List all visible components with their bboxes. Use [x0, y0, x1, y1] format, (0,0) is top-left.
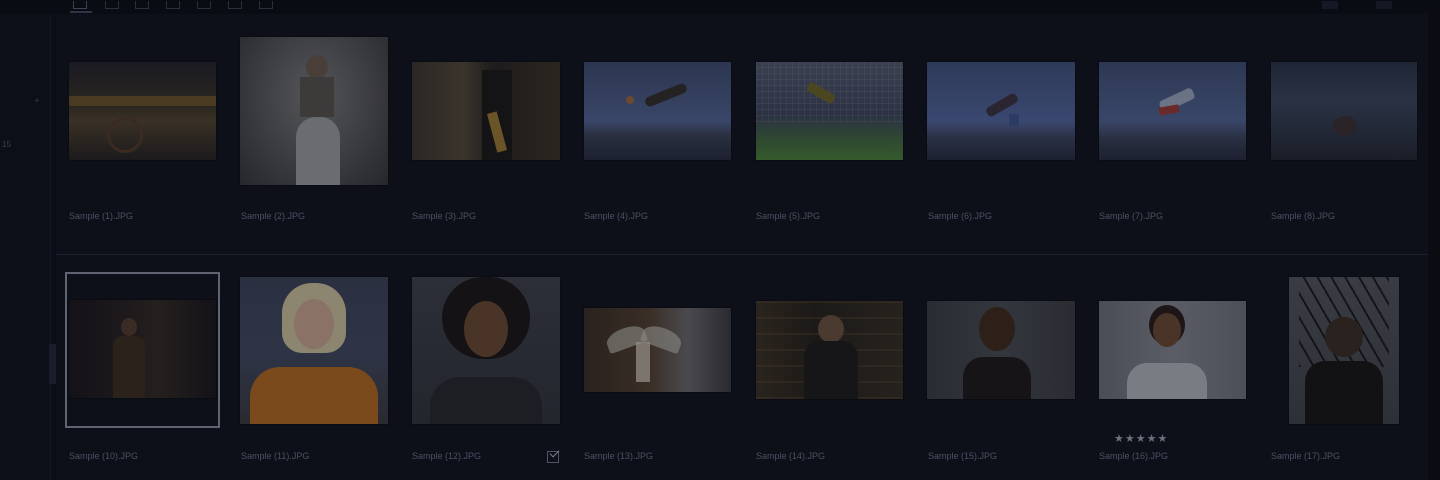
toolbar-right-button[interactable]	[1322, 1, 1338, 9]
edited-icon	[547, 451, 559, 463]
image-view-icon[interactable]	[135, 1, 149, 9]
thumbnail-label: Sample (15).JPG	[928, 451, 998, 461]
thumbnail-image[interactable]	[240, 277, 388, 424]
thumbnail-label: Sample (14).JPG	[756, 451, 826, 461]
thumbnail-label: Sample (16).JPG	[1099, 451, 1169, 461]
thumbnail-label: Sample (4).JPG	[584, 211, 649, 221]
rating-stars[interactable]: ★★★★★	[1114, 432, 1168, 445]
row-divider	[56, 254, 1440, 255]
map-view-icon[interactable]	[259, 1, 273, 9]
thumbnail-label: Sample (12).JPG	[412, 451, 482, 461]
thumbnail-label: Sample (8).JPG	[1271, 211, 1336, 221]
thumbnail-label: Sample (7).JPG	[1099, 211, 1164, 221]
thumbnail-image[interactable]	[584, 62, 731, 160]
filmstrip-view-icon[interactable]	[166, 1, 180, 9]
thumbnail-image[interactable]	[69, 300, 216, 398]
thumbnail-image[interactable]	[1099, 62, 1246, 160]
thumbnail-label: Sample (11).JPG	[241, 451, 310, 461]
toolbar-right-button-2[interactable]	[1376, 1, 1392, 9]
thumbnail-label: Sample (13).JPG	[584, 451, 654, 461]
thumbnail-label: Sample (3).JPG	[412, 211, 477, 221]
thumbnail-image[interactable]	[1271, 62, 1417, 160]
thumbnail-label: Sample (5).JPG	[756, 211, 821, 221]
thumbnail-image[interactable]	[240, 37, 388, 185]
thumbnail-image[interactable]	[1289, 277, 1399, 424]
active-view-indicator	[70, 11, 92, 13]
thumbnail-label: Sample (2).JPG	[241, 211, 306, 221]
thumbnail-image[interactable]	[756, 62, 903, 160]
thumbnail-image[interactable]	[584, 308, 731, 392]
thumbnail-image[interactable]	[69, 62, 216, 160]
thumbnail-label: Sample (1).JPG	[69, 211, 134, 221]
left-sidebar: + 15	[0, 14, 51, 480]
thumbnail-image[interactable]	[412, 62, 560, 160]
thumbnail-image[interactable]	[927, 301, 1075, 399]
add-icon[interactable]: +	[34, 96, 40, 107]
survey-view-icon[interactable]	[228, 1, 242, 9]
right-edge-panel	[1428, 14, 1440, 480]
thumbnail-image[interactable]	[927, 62, 1075, 160]
thumbnail-image[interactable]	[756, 301, 903, 399]
thumbnail-label: Sample (10).JPG	[69, 451, 139, 461]
thumbnail-image[interactable]	[1099, 301, 1246, 399]
thumbnail-image[interactable]	[412, 277, 560, 424]
grid-view-icon[interactable]	[73, 1, 87, 9]
compare-view-icon[interactable]	[197, 1, 211, 9]
view-toolbar	[0, 0, 1440, 14]
thumbnail-label: Sample (17).JPG	[1271, 451, 1341, 461]
sidebar-count: 15	[2, 140, 11, 149]
thumbnail-label: Sample (6).JPG	[928, 211, 993, 221]
list-view-icon[interactable]	[105, 1, 119, 9]
